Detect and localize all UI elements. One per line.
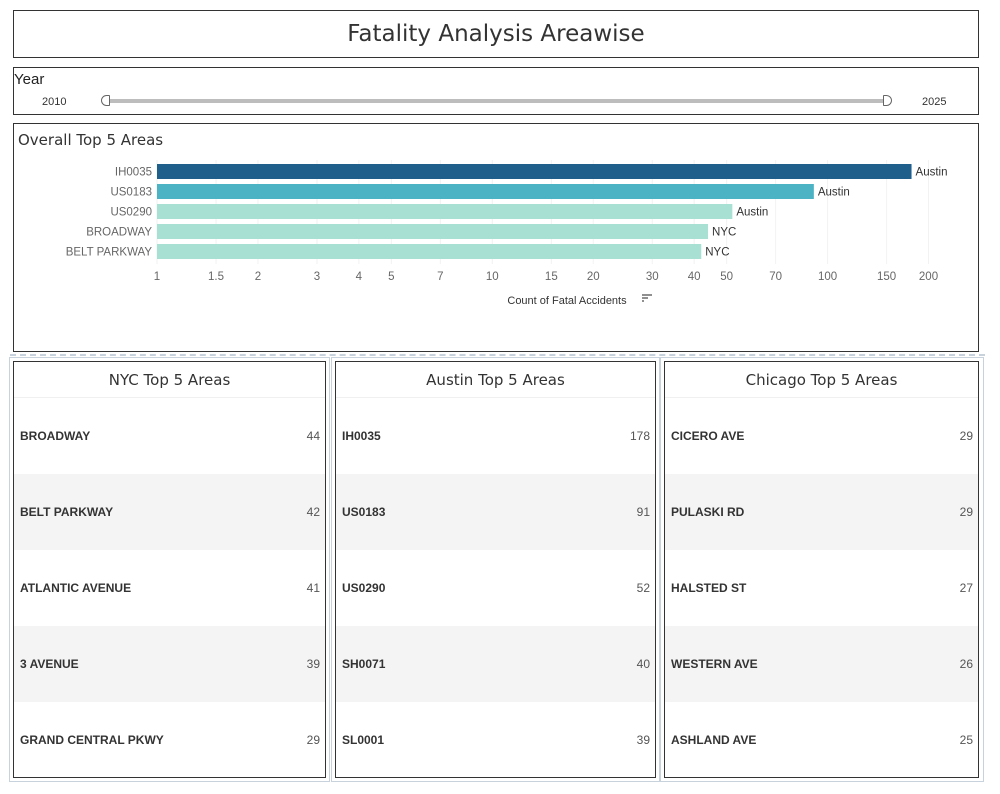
overall-chart-panel: IH0035 Austin US0183 Austin US0290 Austin BROA… [13,123,979,352]
x-tick-label: 7 [437,271,443,283]
table-row[interactable]: BELT PARKWAY 42 [14,474,325,550]
bar-data-label: NYC [705,247,729,259]
area-name: HALSTED ST [671,581,747,595]
bar[interactable] [157,224,709,239]
area-name: ATLANTIC AVENUE [20,581,132,595]
area-name: SH0071 [342,657,386,671]
area-name: 3 AVENUE [20,657,79,671]
area-count: 29 [306,733,320,747]
x-tick-label: 30 [646,271,659,283]
x-axis-title: Count of Fatal Accidents [507,295,627,307]
table-row[interactable]: ASHLAND AVE 25 [665,702,978,778]
bar[interactable] [157,184,814,199]
category-label: BELT PARKWAY [66,247,153,259]
area-count: 42 [306,505,320,519]
austin-table-title: Austin Top 5 Areas [336,362,655,398]
table-row[interactable]: 3 AVENUE 39 [14,626,325,702]
area-count: 26 [959,657,973,671]
overall-chart-title: Overall Top 5 Areas [18,131,164,149]
year-filter-label: Year [14,71,45,88]
bar[interactable] [157,244,702,259]
bar[interactable] [157,204,733,219]
x-tick-label: 5 [388,271,394,283]
page-title: Fatality Analysis Areawise [347,21,645,47]
area-count: 178 [629,429,650,443]
x-tick-label: 20 [587,271,600,283]
table-row[interactable]: SH0071 40 [336,626,655,702]
title-panel: Fatality Analysis Areawise [13,10,979,58]
x-tick-label: 3 [314,271,320,283]
year-slider-end-handle[interactable] [883,95,892,106]
area-name: PULASKI RD [671,505,745,519]
area-name: WESTERN AVE [671,657,758,671]
x-tick-label: 15 [545,271,558,283]
x-tick-label: 4 [356,271,363,283]
table-row[interactable]: PULASKI RD 29 [665,474,978,550]
area-name: US0183 [342,505,386,519]
x-tick-label: 40 [688,271,701,283]
area-count: 52 [636,581,650,595]
bar-data-label: NYC [712,227,736,239]
bar-data-label: Austin [736,207,768,219]
year-slider-track[interactable] [105,99,888,103]
area-name: GRAND CENTRAL PKWY [20,733,164,747]
x-tick-label: 100 [818,271,837,283]
area-count: 91 [636,505,650,519]
area-count: 27 [959,581,973,595]
x-tick-label: 200 [919,271,938,283]
area-count: 39 [306,657,320,671]
table-row[interactable]: US0183 91 [336,474,655,550]
area-count: 40 [636,657,650,671]
table-row[interactable]: BROADWAY 44 [14,398,325,474]
category-label: BROADWAY [86,227,152,239]
area-count: 29 [959,429,973,443]
chicago-table-panel: Chicago Top 5 Areas CICERO AVE 29 PULASK… [664,361,979,778]
area-count: 39 [636,733,650,747]
overall-bar-chart: IH0035 Austin US0183 Austin US0290 Austin BROA… [66,160,948,307]
area-name: BROADWAY [20,429,91,443]
chicago-table-title: Chicago Top 5 Areas [665,362,978,398]
bar-data-label: Austin [916,167,948,179]
area-count: 41 [306,581,320,595]
category-label: US0290 [110,207,152,219]
table-row[interactable]: ATLANTIC AVENUE 41 [14,550,325,626]
x-tick-label: 1.5 [208,271,224,283]
table-row[interactable]: GRAND CENTRAL PKWY 29 [14,702,325,778]
table-row[interactable]: WESTERN AVE 26 [665,626,978,702]
x-tick-label: 150 [877,271,896,283]
category-label: US0183 [110,187,152,199]
area-count: 29 [959,505,973,519]
table-row[interactable]: IH0035 178 [336,398,655,474]
x-tick-label: 70 [769,271,782,283]
nyc-table-title: NYC Top 5 Areas [14,362,325,398]
table-row[interactable]: US0290 52 [336,550,655,626]
year-filter-panel: Year 2010 2025 [13,67,979,115]
austin-table-panel: Austin Top 5 Areas IH0035 178 US0183 91 … [335,361,656,778]
table-row[interactable]: HALSTED ST 27 [665,550,978,626]
bar[interactable] [157,164,912,179]
year-max-label: 2025 [922,96,947,108]
category-label: IH0035 [115,167,152,179]
section-divider [10,354,985,356]
table-row[interactable]: CICERO AVE 29 [665,398,978,474]
area-name: BELT PARKWAY [20,505,114,519]
x-tick-label: 2 [255,271,261,283]
area-count: 44 [306,429,320,443]
x-tick-label: 1 [154,271,160,283]
area-name: CICERO AVE [671,429,745,443]
table-row[interactable]: SL0001 39 [336,702,655,778]
year-min-label: 2010 [42,96,67,108]
x-tick-label: 50 [720,271,733,283]
area-name: ASHLAND AVE [671,733,757,747]
x-tick-label: 10 [486,271,499,283]
nyc-table-panel: NYC Top 5 Areas BROADWAY 44 BELT PARKWAY… [13,361,326,778]
area-count: 25 [959,733,973,747]
sort-descending-icon[interactable] [642,294,652,302]
year-slider-start-handle[interactable] [101,95,110,106]
area-name: US0290 [342,581,386,595]
area-name: SL0001 [342,733,385,747]
area-name: IH0035 [342,429,381,443]
bar-data-label: Austin [818,187,850,199]
